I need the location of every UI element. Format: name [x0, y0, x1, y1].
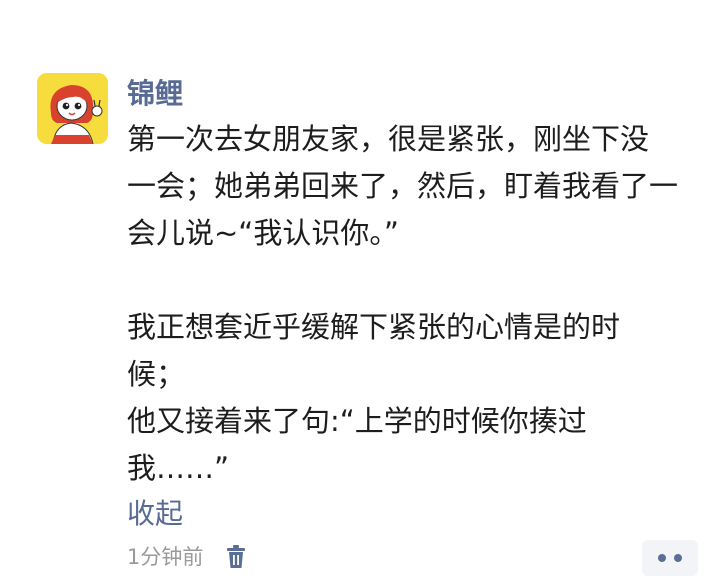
post-line: 我正想套近乎缓解下紧张的心情是的时 — [127, 310, 621, 344]
trash-icon[interactable] — [225, 544, 249, 570]
dot — [658, 554, 666, 562]
post-content: 锦鲤 第一次去女朋友家，很是紧张，刚坐下没 一会；她弟弟回来了，然后，盯着我看了… — [127, 72, 687, 534]
post-line: 候； — [127, 357, 186, 391]
dot — [674, 554, 682, 562]
cartoon-girl-icon — [37, 73, 108, 144]
post-line: 他又接着来了句:“上学的时候你揍过 — [127, 404, 587, 438]
post-line: 第一次去女朋友家，很是紧张，刚坐下没 — [127, 122, 650, 156]
post-line: 会儿说~“我认识你。” — [127, 216, 399, 250]
comment-post: 锦鲤 第一次去女朋友家，很是紧张，刚坐下没 一会；她弟弟回来了，然后，盯着我看了… — [0, 0, 720, 585]
collapse-link[interactable]: 收起 — [127, 494, 183, 534]
post-line: 我……” — [127, 451, 230, 485]
avatar[interactable] — [37, 73, 108, 144]
timestamp: 1分钟前 — [127, 545, 204, 569]
more-dots-icon[interactable] — [642, 540, 698, 576]
post-meta: 1分钟前 — [127, 540, 249, 574]
post-body: 第一次去女朋友家，很是紧张，刚坐下没 一会；她弟弟回来了，然后，盯着我看了一 会… — [127, 116, 687, 492]
username[interactable]: 锦鲤 — [127, 72, 687, 116]
post-line: 一会；她弟弟回来了，然后，盯着我看了一 — [127, 169, 679, 203]
